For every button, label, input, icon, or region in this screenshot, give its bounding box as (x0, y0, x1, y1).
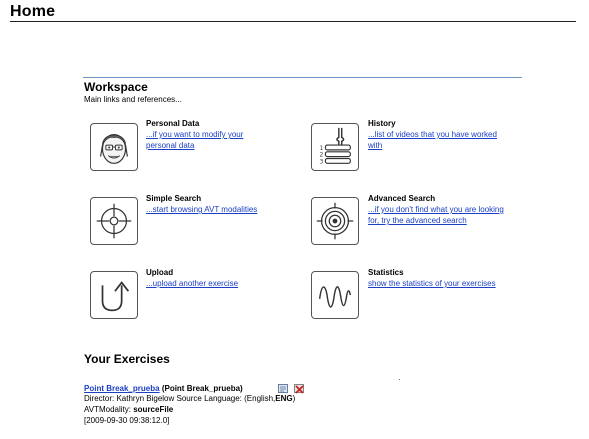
source-language-suffix: ) (292, 394, 296, 403)
exercise-date: [2009-09-30 09:38:12.0] (84, 416, 170, 425)
source-language-value: (English,ENG) (244, 394, 295, 403)
svg-text:3: 3 (320, 159, 324, 165)
edit-icon[interactable] (278, 383, 289, 394)
crosshair-icon[interactable] (90, 197, 138, 245)
page-title: Home (10, 3, 56, 20)
advanced-search-link-line2[interactable]: for, try the advanced search (368, 215, 504, 226)
advanced-search-link[interactable]: ...if you don't find what you are lookin… (368, 204, 504, 226)
director-value: Kathryn Bigelow (116, 394, 175, 403)
exercise-modality-line: AVTModality: sourceFile (84, 405, 173, 415)
statistics-title: Statistics (368, 268, 404, 277)
source-language-prefix: (English, (244, 394, 276, 403)
advanced-search-link-line1[interactable]: ...if you don't find what you are lookin… (368, 204, 504, 215)
source-language-code: ENG (275, 394, 293, 403)
waveform-icon[interactable] (311, 271, 359, 319)
exercise-director-line: Director: Kathryn Bigelow Source Languag… (84, 394, 295, 404)
exercise-title-line: Point Break_prueba (Point Break_prueba) (84, 384, 243, 394)
upload-title: Upload (146, 268, 174, 277)
history-link-line2[interactable]: with (368, 140, 497, 151)
advanced-search-title: Advanced Search (368, 194, 436, 203)
home-page: Home Workspace Main links and references… (0, 0, 589, 439)
workspace-divider (83, 77, 522, 78)
simple-search-link[interactable]: ...start browsing AVT modalities (146, 204, 257, 215)
history-link-line1[interactable]: ...list of videos that you have worked (368, 129, 497, 140)
upload-link[interactable]: ...upload another exercise (146, 278, 238, 289)
personal-data-link-line1[interactable]: ...if you want to modify your (146, 129, 243, 140)
upload-arrow-icon[interactable] (90, 271, 138, 319)
exercise-title-paren: (Point Break_prueba) (161, 384, 243, 393)
personal-data-link-line2[interactable]: personal data (146, 140, 243, 151)
personal-data-title: Personal Data (146, 119, 200, 128)
workspace-title: Workspace (84, 80, 148, 94)
history-list-icon[interactable]: 1 2 3 (311, 123, 359, 171)
history-title: History (368, 119, 396, 128)
simple-search-link-line1[interactable]: ...start browsing AVT modalities (146, 204, 257, 215)
director-label: Director: (84, 394, 115, 403)
workspace-subtitle: Main links and references... (84, 95, 182, 104)
delete-icon[interactable] (294, 383, 305, 394)
modality-label: AVTModality: (84, 405, 131, 414)
history-link[interactable]: ...list of videos that you have worked w… (368, 129, 497, 151)
svg-text:1: 1 (320, 146, 324, 152)
target-icon[interactable] (311, 197, 359, 245)
statistics-link[interactable]: show the statistics of your exercises (368, 278, 496, 289)
simple-search-title: Simple Search (146, 194, 202, 203)
exercise-title-link[interactable]: Point Break_prueba (84, 384, 160, 393)
svg-text:2: 2 (320, 153, 324, 159)
personal-data-link[interactable]: ...if you want to modify your personal d… (146, 129, 243, 151)
exercises-heading: Your Exercises (84, 352, 170, 366)
upload-link-line1[interactable]: ...upload another exercise (146, 278, 238, 289)
person-face-icon[interactable] (90, 123, 138, 171)
modality-value: sourceFile (133, 405, 174, 414)
stray-dot (399, 379, 400, 380)
statistics-link-line1[interactable]: show the statistics of your exercises (368, 278, 496, 289)
title-divider (10, 21, 576, 22)
source-language-label: Source Language: (176, 394, 242, 403)
